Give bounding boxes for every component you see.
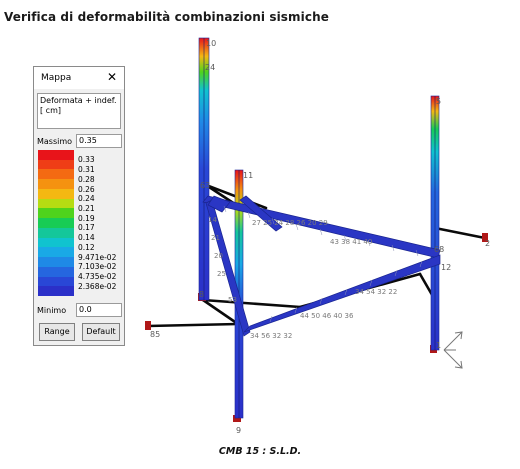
max-label: Massimo xyxy=(37,137,73,146)
legend-value: 0.21 xyxy=(78,204,95,214)
legend-value: 0.26 xyxy=(78,184,95,194)
node-label: 9 xyxy=(236,426,241,435)
legend-swatch xyxy=(38,188,74,199)
legend-swatch xyxy=(38,179,74,190)
svg-text:44 50 46 40 36: 44 50 46 40 36 xyxy=(300,312,354,320)
combination-caption: CMB 15 : S.L.D. xyxy=(218,446,302,457)
legend-swatch xyxy=(38,237,74,248)
svg-text:21: 21 xyxy=(211,234,220,242)
panel-title: Mappa xyxy=(41,73,72,83)
legend-value: 2.368e-02 xyxy=(78,281,117,291)
legend-value: 9.471e-02 xyxy=(78,252,117,262)
legend-swatch xyxy=(38,150,74,161)
node-label: 2 xyxy=(485,239,490,248)
node-label: 10 xyxy=(206,39,216,48)
node-label: 12 xyxy=(441,263,451,272)
min-value-input[interactable]: 0.0 xyxy=(76,303,122,317)
legend-swatch xyxy=(38,266,74,277)
min-label: Minimo xyxy=(37,306,67,315)
legend-swatch xyxy=(38,286,74,297)
svg-text:53: 53 xyxy=(228,296,237,304)
node-label: 24 xyxy=(205,63,215,72)
legend-value: 0.33 xyxy=(78,155,95,165)
node-label: 1 xyxy=(436,341,441,350)
legend-value: 0.24 xyxy=(78,194,95,204)
legend-swatch xyxy=(38,247,74,258)
legend-value: 7.103e-02 xyxy=(78,262,117,272)
legend-swatch xyxy=(38,257,74,268)
node-label: 8 xyxy=(199,290,204,299)
legend-swatch xyxy=(38,208,74,219)
node-label: 63 xyxy=(200,181,210,190)
node-label: 5 xyxy=(436,97,441,106)
svg-text:27 25 24 28 26 20 29: 27 25 24 28 26 20 29 xyxy=(252,219,328,227)
node-label: 85 xyxy=(150,330,160,339)
max-value-input[interactable]: 0.35 xyxy=(76,134,122,148)
range-button[interactable]: Range xyxy=(39,323,75,341)
svg-text:34 56 32 32: 34 56 32 32 xyxy=(250,332,292,340)
legend-value: 0.19 xyxy=(78,213,95,223)
node-label: 11 xyxy=(243,171,253,180)
legend-value: 0.31 xyxy=(78,165,95,175)
legend-value: 0.28 xyxy=(78,174,95,184)
legend-swatch xyxy=(38,276,74,287)
svg-text:25: 25 xyxy=(217,270,226,278)
legend-value: 0.17 xyxy=(78,223,95,233)
axis-gizmo-icon xyxy=(443,331,463,369)
close-icon[interactable]: ✕ xyxy=(105,70,119,84)
legend-value: 0.14 xyxy=(78,233,95,243)
svg-text:14: 14 xyxy=(208,216,217,224)
result-type-field[interactable]: Deformata + indef. [ cm] xyxy=(37,93,121,129)
svg-text:43 38 41 40: 43 38 41 40 xyxy=(330,238,372,246)
legend-swatch xyxy=(38,227,74,238)
legend-swatch xyxy=(38,159,74,170)
svg-text:34 54 32 22: 34 54 32 22 xyxy=(355,288,397,296)
svg-text:20: 20 xyxy=(214,252,223,260)
node-label: 68 xyxy=(434,245,444,254)
legend-swatch xyxy=(38,218,74,229)
legend-value: 0.12 xyxy=(78,242,95,252)
panel-titlebar[interactable]: Mappa ✕ xyxy=(34,67,124,89)
default-button[interactable]: Default xyxy=(82,323,120,341)
legend-swatch xyxy=(38,198,74,209)
legend-value: 4.735e-02 xyxy=(78,272,117,282)
mappa-panel[interactable]: Mappa ✕ Deformata + indef. [ cm] Massimo… xyxy=(33,66,125,346)
legend-swatch xyxy=(38,169,74,180)
